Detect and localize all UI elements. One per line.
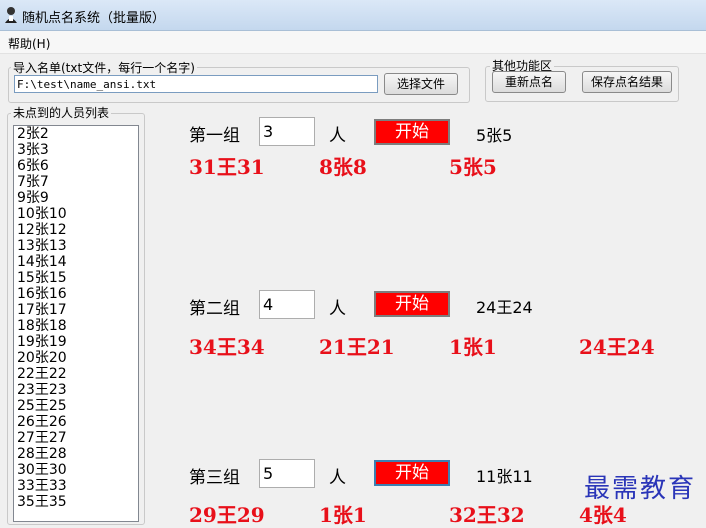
list-item[interactable]: 16张16 — [14, 286, 138, 302]
group-2-picked-2: 21王21 — [319, 335, 395, 359]
group-2-picked-1: 34王34 — [189, 335, 265, 359]
group-3-picked-3: 32王32 — [449, 503, 525, 527]
list-item[interactable]: 19张19 — [14, 334, 138, 350]
group-1-count-input[interactable]: 3 — [259, 117, 315, 146]
list-item[interactable]: 12张12 — [14, 222, 138, 238]
group-3-count-input[interactable]: 5 — [259, 459, 315, 488]
absent-listbox[interactable]: 2张2 3张3 6张6 7张7 9张9 10张10 12张12 13张13 14… — [13, 125, 139, 522]
group-2-unit: 人 — [329, 299, 346, 319]
group-3-unit: 人 — [329, 468, 346, 488]
list-item[interactable]: 18张18 — [14, 318, 138, 334]
list-item[interactable]: 15张15 — [14, 270, 138, 286]
list-item[interactable]: 20张20 — [14, 350, 138, 366]
group-2-picked-3: 1张1 — [449, 335, 497, 359]
group-1-picked-2: 8张8 — [319, 155, 367, 179]
list-item[interactable]: 25王25 — [14, 398, 138, 414]
app-icon — [5, 7, 17, 23]
group-2-picked-4: 24王24 — [579, 335, 655, 359]
menu-help[interactable]: 帮助(H) — [8, 35, 50, 52]
list-item[interactable]: 22王22 — [14, 366, 138, 382]
menu-bar: 帮助(H) — [0, 31, 706, 54]
group-3-label: 第三组 — [189, 468, 240, 488]
file-path-input[interactable]: F:\test\name_ansi.txt — [14, 75, 378, 93]
group-2-count-input[interactable]: 4 — [259, 290, 315, 319]
group-1-picked-3: 5张5 — [449, 155, 497, 179]
absent-list-label: 未点到的人员列表 — [11, 104, 112, 121]
group-1-current-name: 5张5 — [476, 126, 513, 145]
title-bar: 随机点名系统（批量版） — [0, 0, 706, 31]
list-item[interactable]: 10张10 — [14, 206, 138, 222]
group-3-picked-1: 29王29 — [189, 503, 265, 527]
group-2-current-name: 24王24 — [476, 298, 533, 317]
list-item[interactable]: 13张13 — [14, 238, 138, 254]
window-title: 随机点名系统（批量版） — [22, 11, 166, 26]
list-item[interactable]: 3张3 — [14, 142, 138, 158]
list-item[interactable]: 9张9 — [14, 190, 138, 206]
list-item[interactable]: 28王28 — [14, 446, 138, 462]
import-group-label: 导入名单(txt文件，每行一个名字) — [11, 59, 197, 76]
group-3-current-name: 11张11 — [476, 467, 533, 486]
list-item[interactable]: 14张14 — [14, 254, 138, 270]
group-3-picked-2: 1张1 — [319, 503, 367, 527]
group-3-start-button[interactable]: 开始 — [374, 460, 450, 486]
group-1-picked-1: 31王31 — [189, 155, 265, 179]
group-2-start-button[interactable]: 开始 — [374, 291, 450, 317]
list-item[interactable]: 30王30 — [14, 462, 138, 478]
group-2-label: 第二组 — [189, 299, 240, 319]
list-item[interactable]: 23王23 — [14, 382, 138, 398]
list-item[interactable]: 17张17 — [14, 302, 138, 318]
list-item[interactable]: 7张7 — [14, 174, 138, 190]
watermark-text: 最需教育 — [584, 474, 697, 504]
group-1-start-button[interactable]: 开始 — [374, 119, 450, 145]
list-item[interactable]: 33王33 — [14, 478, 138, 494]
list-item[interactable]: 2张2 — [14, 126, 138, 142]
list-item[interactable]: 6张6 — [14, 158, 138, 174]
list-item[interactable]: 26王26 — [14, 414, 138, 430]
group-1-unit: 人 — [329, 126, 346, 146]
group-1-label: 第一组 — [189, 126, 240, 146]
save-results-button[interactable]: 保存点名结果 — [582, 71, 672, 93]
list-item[interactable]: 27王27 — [14, 430, 138, 446]
choose-file-button[interactable]: 选择文件 — [384, 73, 458, 95]
list-item[interactable]: 35王35 — [14, 494, 138, 510]
rename-button[interactable]: 重新点名 — [492, 71, 566, 93]
